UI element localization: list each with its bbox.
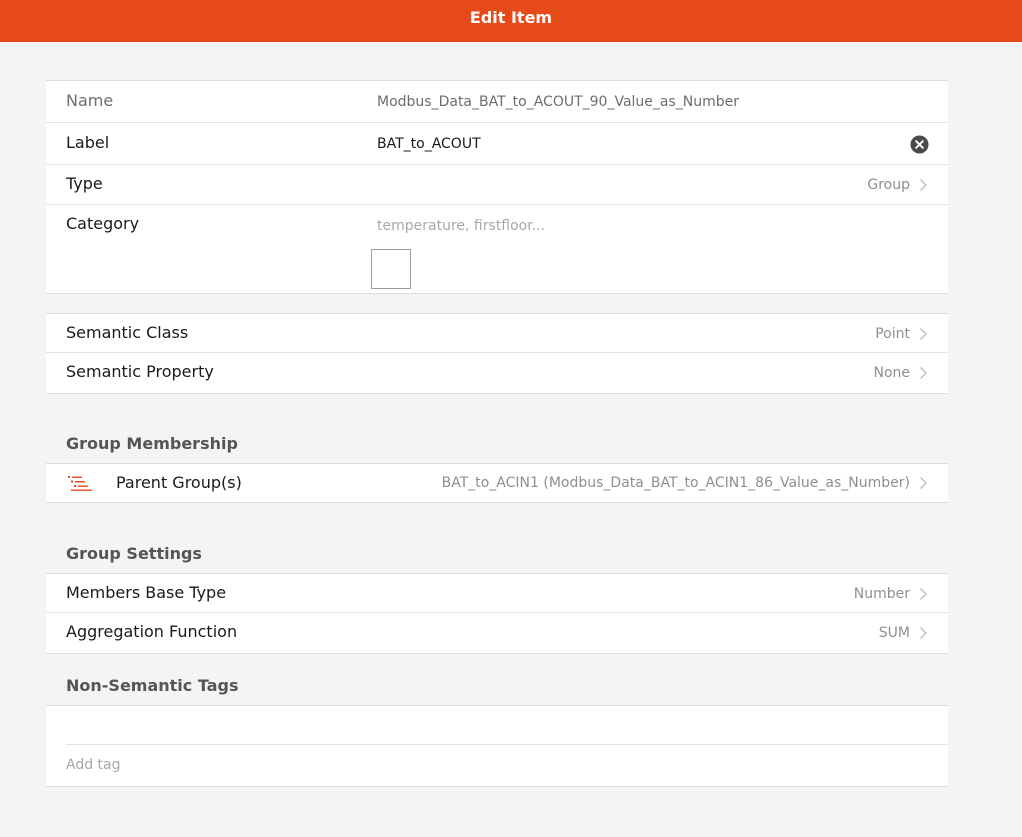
members-base-type-row[interactable]: Members Base Type Number (46, 574, 948, 613)
chevron-right-icon (919, 476, 928, 490)
semantics-list: Semantic Class Point Semantic Property N… (46, 313, 948, 394)
semantic-property-row[interactable]: Semantic Property None (46, 353, 948, 393)
name-value: Modbus_Data_BAT_to_ACOUT_90_Value_as_Num… (377, 94, 740, 110)
list-icon (68, 476, 92, 491)
aggregation-function-row[interactable]: Aggregation Function SUM (46, 613, 948, 653)
semantic-property-value: None (873, 365, 910, 381)
group-settings-list: Members Base Type Number Aggregation Fun… (46, 573, 948, 654)
semantic-class-label: Semantic Class (66, 323, 189, 342)
page-title: Edit Item (469, 8, 553, 27)
aggregation-function-value: SUM (878, 625, 910, 641)
chevron-right-icon (919, 178, 928, 192)
category-label: Category (66, 214, 140, 233)
category-input[interactable]: temperature, firstfloor... (377, 205, 545, 247)
tags-area: Add tag (46, 706, 948, 786)
label-input[interactable]: BAT_to_ACOUT (377, 123, 481, 165)
chevron-right-icon (919, 327, 928, 341)
group-membership-list: Parent Group(s) BAT_to_ACIN1 (Modbus_Dat… (46, 463, 948, 503)
name-row: Name Modbus_Data_BAT_to_ACOUT_90_Value_a… (46, 81, 948, 123)
parent-groups-value: BAT_to_ACIN1 (Modbus_Data_BAT_to_ACIN1_8… (441, 475, 910, 491)
category-row[interactable]: Category temperature, firstfloor... (46, 205, 948, 293)
semantic-class-value: Point (875, 326, 910, 342)
semantic-class-row[interactable]: Semantic Class Point (46, 314, 948, 353)
type-value: Group (867, 177, 910, 193)
semantic-property-label: Semantic Property (66, 362, 214, 381)
members-base-type-label: Members Base Type (66, 583, 227, 602)
navbar: Edit Item (0, 0, 1022, 42)
chevron-right-icon (919, 587, 928, 601)
parent-groups-row[interactable]: Parent Group(s) BAT_to_ACIN1 (Modbus_Dat… (46, 464, 948, 502)
parent-groups-label: Parent Group(s) (116, 473, 242, 492)
type-label: Type (66, 174, 103, 193)
label-row[interactable]: Label BAT_to_ACOUT (46, 123, 948, 165)
tags-list: Add tag (46, 705, 948, 787)
chevron-right-icon (919, 366, 928, 380)
group-settings-title: Group Settings (66, 544, 202, 563)
name-label: Name (66, 91, 114, 110)
aggregation-function-label: Aggregation Function (66, 622, 238, 641)
add-tag-input[interactable]: Add tag (66, 745, 926, 785)
category-icon-preview (371, 249, 411, 289)
non-semantic-tags-title: Non-Semantic Tags (66, 676, 239, 695)
item-properties-list: Name Modbus_Data_BAT_to_ACOUT_90_Value_a… (46, 80, 948, 294)
clear-icon[interactable] (910, 135, 929, 154)
label-label: Label (66, 133, 110, 152)
members-base-type-value: Number (853, 586, 910, 602)
chevron-right-icon (919, 626, 928, 640)
type-row[interactable]: Type Group (46, 165, 948, 205)
group-membership-title: Group Membership (66, 434, 238, 453)
